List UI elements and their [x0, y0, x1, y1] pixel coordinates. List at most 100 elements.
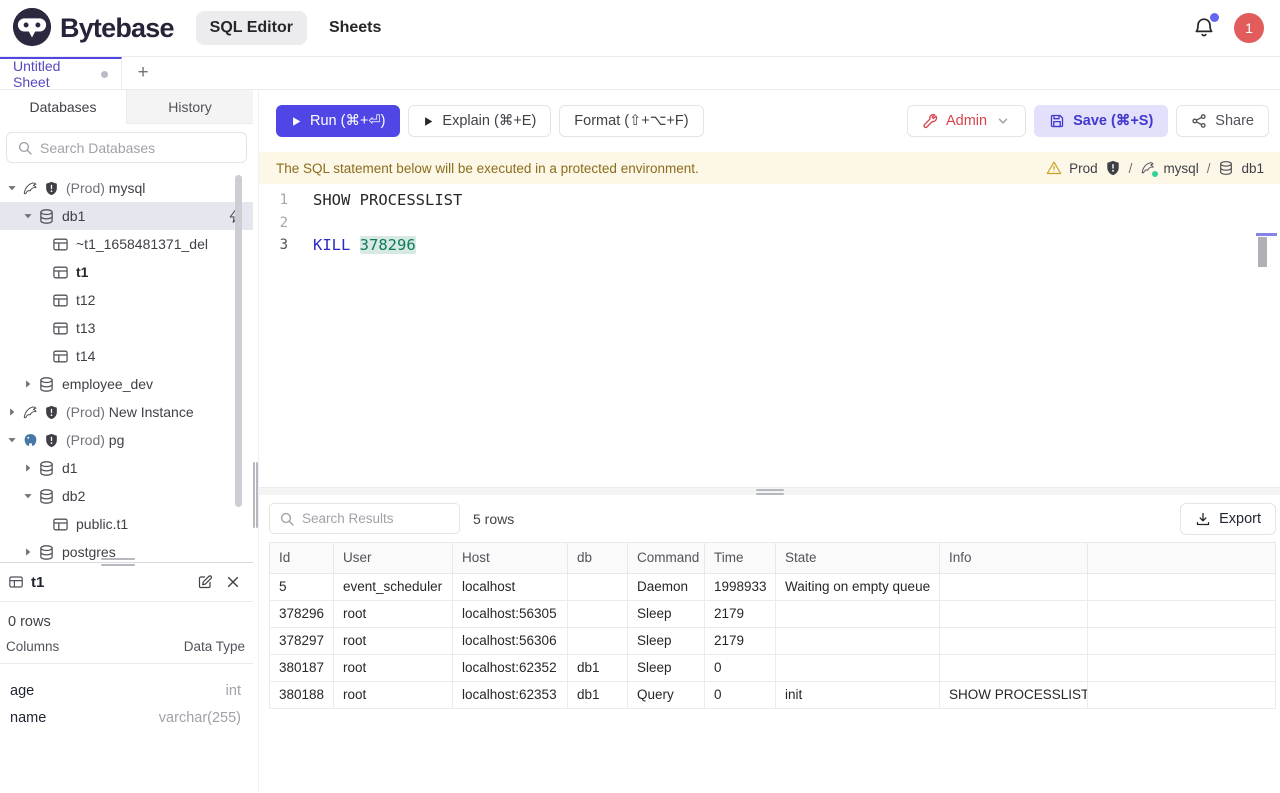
tree-item-mysql[interactable]: (Prod) mysql: [0, 174, 253, 202]
table-cell[interactable]: 378296: [270, 600, 334, 627]
tree-scrollbar[interactable]: [235, 175, 242, 507]
tree-item-t14[interactable]: t14: [0, 342, 253, 370]
column-header-db[interactable]: db: [568, 542, 628, 573]
tree-item-new-instance[interactable]: (Prod) New Instance: [0, 398, 253, 426]
table-cell[interactable]: Sleep: [628, 654, 705, 681]
nav-sql-editor[interactable]: SQL Editor: [196, 11, 307, 45]
results-search-input[interactable]: Search Results: [269, 503, 460, 534]
code-line-3[interactable]: 3KILL 378296: [259, 234, 1280, 257]
table-cell[interactable]: localhost:62353: [453, 681, 568, 708]
column-header-Id[interactable]: Id: [270, 542, 334, 573]
caret-right-icon[interactable]: [20, 376, 36, 392]
table-cell[interactable]: [776, 600, 940, 627]
sidebar-resize-handle[interactable]: [253, 90, 258, 792]
breadcrumb-instance[interactable]: mysql: [1163, 161, 1198, 176]
column-header-Time[interactable]: Time: [705, 542, 776, 573]
table-cell[interactable]: db1: [568, 681, 628, 708]
table-cell[interactable]: Sleep: [628, 627, 705, 654]
code-line-1[interactable]: 1SHOW PROCESSLIST: [259, 189, 1280, 212]
tree-item-t13[interactable]: t13: [0, 314, 253, 342]
nav-sheets[interactable]: Sheets: [315, 11, 395, 45]
tree-item-db1[interactable]: db1: [0, 202, 253, 230]
caret-down-icon[interactable]: [4, 180, 20, 196]
tree-item--t1-1658481371-del[interactable]: ~t1_1658481371_del: [0, 230, 253, 258]
table-cell[interactable]: 2179: [705, 627, 776, 654]
table-cell[interactable]: [940, 573, 1088, 600]
table-row[interactable]: 380188rootlocalhost:62353db1Query0initSH…: [270, 681, 1276, 708]
table-cell[interactable]: localhost:62352: [453, 654, 568, 681]
share-button[interactable]: Share: [1176, 105, 1269, 137]
caret-down-icon[interactable]: [20, 488, 36, 504]
table-cell[interactable]: Daemon: [628, 573, 705, 600]
tree-item-employee-dev[interactable]: employee_dev: [0, 370, 253, 398]
table-cell[interactable]: 378297: [270, 627, 334, 654]
table-cell[interactable]: Query: [628, 681, 705, 708]
table-cell[interactable]: 0: [705, 681, 776, 708]
column-header-State[interactable]: State: [776, 542, 940, 573]
table-cell[interactable]: 5: [270, 573, 334, 600]
table-row[interactable]: 380187rootlocalhost:62352db1Sleep0: [270, 654, 1276, 681]
table-row[interactable]: 378296rootlocalhost:56305Sleep2179: [270, 600, 1276, 627]
tab-untitled-sheet[interactable]: Untitled Sheet: [0, 57, 122, 89]
sql-editor[interactable]: 1SHOW PROCESSLIST23KILL 378296: [259, 184, 1280, 487]
table-cell[interactable]: Sleep: [628, 600, 705, 627]
table-row[interactable]: 5event_schedulerlocalhost Daemon1998933Wa…: [270, 573, 1276, 600]
code-line-2[interactable]: 2: [259, 212, 1280, 235]
table-cell[interactable]: [1088, 573, 1276, 600]
tree-item-db2[interactable]: db2: [0, 482, 253, 510]
table-cell[interactable]: [1088, 600, 1276, 627]
column-header-User[interactable]: User: [334, 542, 453, 573]
column-row-age[interactable]: ageint: [0, 677, 253, 704]
breadcrumb-database[interactable]: db1: [1241, 161, 1264, 176]
table-cell[interactable]: [940, 654, 1088, 681]
table-cell[interactable]: 380188: [270, 681, 334, 708]
caret-right-icon[interactable]: [20, 544, 36, 560]
notification-bell-icon[interactable]: [1192, 16, 1216, 40]
table-cell[interactable]: localhost:56306: [453, 627, 568, 654]
table-cell[interactable]: [568, 600, 628, 627]
table-cell[interactable]: [568, 573, 628, 600]
table-cell[interactable]: [1088, 681, 1276, 708]
tree-item-t12[interactable]: t12: [0, 286, 253, 314]
table-cell[interactable]: [1088, 627, 1276, 654]
table-cell[interactable]: root: [334, 654, 453, 681]
table-cell[interactable]: [1088, 654, 1276, 681]
tab-history[interactable]: History: [127, 90, 253, 123]
user-avatar[interactable]: 1: [1234, 13, 1264, 43]
table-cell[interactable]: root: [334, 681, 453, 708]
table-cell[interactable]: localhost:56305: [453, 600, 568, 627]
caret-right-icon[interactable]: [4, 404, 20, 420]
new-sheet-button[interactable]: +: [122, 57, 164, 89]
table-cell[interactable]: [568, 627, 628, 654]
table-cell[interactable]: 0: [705, 654, 776, 681]
table-cell[interactable]: event_scheduler: [334, 573, 453, 600]
export-button[interactable]: Export: [1180, 503, 1276, 535]
column-row-name[interactable]: namevarchar(255): [0, 704, 253, 731]
panel-resize-handle[interactable]: [101, 558, 135, 566]
run-button[interactable]: Run (⌘+⏎): [276, 105, 400, 137]
tree-item-t1[interactable]: t1: [0, 258, 253, 286]
table-cell[interactable]: 380187: [270, 654, 334, 681]
table-cell[interactable]: SHOW PROCESSLIST: [940, 681, 1088, 708]
tab-databases[interactable]: Databases: [0, 90, 127, 124]
column-header-Command[interactable]: Command: [628, 542, 705, 573]
caret-down-icon[interactable]: [20, 208, 36, 224]
table-cell[interactable]: 1998933: [705, 573, 776, 600]
table-cell[interactable]: localhost: [453, 573, 568, 600]
format-button[interactable]: Format (⇧+⌥+F): [559, 105, 703, 137]
column-header-Info[interactable]: Info: [940, 542, 1088, 573]
caret-right-icon[interactable]: [20, 460, 36, 476]
editor-scrollbar[interactable]: [1258, 237, 1267, 267]
table-cell[interactable]: [776, 654, 940, 681]
tree-item-d1[interactable]: d1: [0, 454, 253, 482]
table-cell[interactable]: [940, 627, 1088, 654]
table-cell[interactable]: Waiting on empty queue: [776, 573, 940, 600]
breadcrumb-environment[interactable]: Prod: [1069, 161, 1098, 176]
table-row[interactable]: 378297rootlocalhost:56306Sleep2179: [270, 627, 1276, 654]
database-search-input[interactable]: Search Databases: [6, 132, 247, 163]
bytebase-logo[interactable]: Bytebase: [12, 7, 174, 50]
close-icon[interactable]: [225, 574, 241, 590]
column-header-empty[interactable]: [1088, 542, 1276, 573]
table-cell[interactable]: root: [334, 600, 453, 627]
tree-item-pg[interactable]: (Prod) pg: [0, 426, 253, 454]
